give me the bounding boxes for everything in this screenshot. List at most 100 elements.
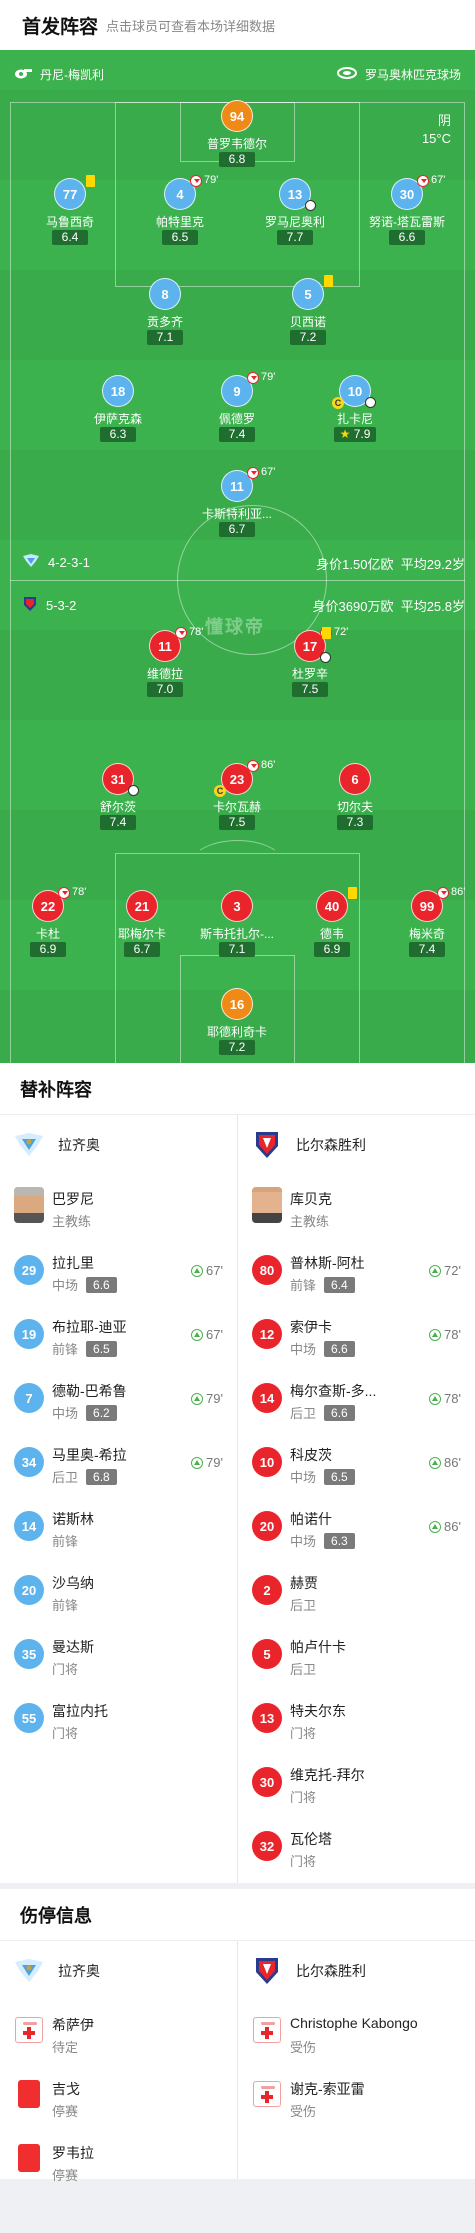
player-rating: 6.8	[219, 152, 255, 167]
home-subs-team[interactable]: 拉齐奥	[0, 1115, 237, 1175]
away-player[interactable]: 22 78' 卡杜 6.9	[0, 886, 98, 962]
injury-row[interactable]: 罗韦拉 停赛	[0, 2129, 237, 2193]
away-average-age: 平均25.8岁	[400, 599, 465, 614]
home-player[interactable]: 18 伊萨克森 6.3	[68, 375, 168, 447]
sub-number-badge: 35	[14, 1639, 44, 1669]
sub-player-row[interactable]: 7 德勒-巴希鲁 中场 6.2 79'	[0, 1367, 237, 1431]
injury-row[interactable]: 吉戈 停赛	[0, 2065, 237, 2129]
injury-kit-icon	[253, 2017, 281, 2043]
home-player[interactable]: 8 贡多齐 7.1	[115, 278, 215, 350]
sub-player-position: 中场	[52, 1406, 79, 1421]
away-coach-row[interactable]: 库贝克 主教练	[238, 1175, 475, 1239]
injury-row[interactable]: Christophe Kabongo 受伤	[238, 2001, 475, 2065]
player-rating: 6.7	[219, 522, 255, 537]
home-coach-row[interactable]: 巴罗尼 主教练	[0, 1175, 237, 1239]
sub-in-time: 79'	[191, 1391, 223, 1406]
sub-out-minute: 78'	[189, 626, 204, 638]
home-player[interactable]: 77 马鲁西奇 6.4	[20, 175, 120, 250]
home-player[interactable]: 94 普罗韦德尔 6.8	[187, 100, 287, 172]
home-player[interactable]: 4 79' 帕特里克 6.5	[130, 174, 230, 250]
sub-player-row[interactable]: 12 索伊卡 中场 6.6 78'	[238, 1303, 475, 1367]
home-player[interactable]: 11 67' 卡斯特利亚... 6.7	[187, 466, 287, 542]
away-player[interactable]: 99 86' 梅米奇 7.4	[377, 886, 475, 962]
sub-player-name: 瓦伦塔	[290, 1831, 332, 1847]
sub-player-row[interactable]: 34 马里奥-希拉 后卫 6.8 79'	[0, 1431, 237, 1495]
substituted-out-icon	[175, 627, 187, 639]
home-player[interactable]: 30 67' 努诺-塔瓦雷斯 6.6	[357, 174, 457, 250]
sub-player-meta: 后卫 6.8	[52, 1467, 117, 1486]
injury-status-text: 受伤	[290, 2104, 317, 2119]
sub-player-position: 前锋	[52, 1534, 79, 1549]
away-player[interactable]: 23 86' C 卡尔瓦赫 7.5	[187, 759, 287, 835]
player-name: 普罗韦德尔	[206, 137, 267, 151]
home-injuries-team[interactable]: 拉齐奥	[0, 1941, 237, 2001]
injury-row[interactable]: 希萨伊 待定	[0, 2001, 237, 2065]
plzen-logo-icon	[252, 1956, 282, 1986]
goal-ball-icon	[305, 200, 316, 211]
home-player[interactable]: 5 贝西诺 7.2	[258, 275, 358, 350]
away-player[interactable]: 11 78' 维德拉 7.0	[115, 626, 215, 702]
home-injuries-team-name: 拉齐奥	[58, 1963, 100, 1979]
sub-number-badge: 20	[14, 1575, 44, 1605]
home-player[interactable]: 9 79' 佩德罗 7.4	[187, 371, 287, 447]
sub-player-row[interactable]: 14 梅尔查斯-多... 后卫 6.6 78'	[238, 1367, 475, 1431]
sub-player-row[interactable]: 35 曼达斯 门将	[0, 1623, 237, 1687]
away-player[interactable]: 16 耶德利奇卡 7.2	[187, 988, 287, 1060]
sub-player-row[interactable]: 19 布拉耶-迪亚 前锋 6.5 67'	[0, 1303, 237, 1367]
sub-player-name: 沙乌纳	[52, 1575, 94, 1591]
sub-in-minute: 78'	[444, 1327, 461, 1342]
star-icon: ★	[339, 427, 354, 441]
away-subs-team[interactable]: 比尔森胜利	[238, 1115, 475, 1175]
sub-player-name: 普林斯-阿杜	[290, 1255, 365, 1271]
sub-player-row[interactable]: 55 富拉内托 门将	[0, 1687, 237, 1751]
sub-player-row[interactable]: 10 科皮茨 中场 6.5 86'	[238, 1431, 475, 1495]
away-coach-role: 主教练	[290, 1214, 330, 1229]
sub-player-meta: 后卫	[290, 1659, 316, 1678]
sub-in-time: 67'	[191, 1327, 223, 1342]
sub-number-badge: 5	[252, 1639, 282, 1669]
injured-player-name: 希萨伊	[52, 2017, 94, 2033]
sub-player-row[interactable]: 32 瓦伦塔 门将	[238, 1815, 475, 1879]
sub-player-rating: 6.2	[86, 1404, 117, 1421]
away-injuries-team[interactable]: 比尔森胜利	[238, 1941, 475, 2001]
sub-in-minute: 79'	[206, 1455, 223, 1470]
away-player[interactable]: 31 舒尔茨 7.4	[68, 763, 168, 835]
sub-player-row[interactable]: 20 帕诺什 中场 6.3 86'	[238, 1495, 475, 1559]
sub-player-position: 后卫	[290, 1662, 317, 1677]
sub-number-badge: 14	[252, 1383, 282, 1413]
sub-player-row[interactable]: 80 普林斯-阿杜 前锋 6.4 72'	[238, 1239, 475, 1303]
away-subs-column: 比尔森胜利 库贝克 主教练 80 普林斯-阿杜 前锋 6.4 72' 12 索伊卡 中场 6.6…	[238, 1115, 475, 1879]
player-name: 佩德罗	[218, 412, 255, 426]
sub-in-arrow-icon	[429, 1456, 442, 1469]
sub-player-row[interactable]: 30 维克托-拜尔 门将	[238, 1751, 475, 1815]
home-player[interactable]: 10 C 扎卡尼 ★ 7.9	[305, 375, 405, 447]
sub-player-row[interactable]: 20 沙乌纳 前锋	[0, 1559, 237, 1623]
sub-player-meta: 前锋 6.4	[290, 1275, 355, 1294]
injury-status-text: 待定	[52, 2040, 79, 2055]
injury-row[interactable]: 谢克-索亚雷 受伤	[238, 2065, 475, 2129]
sub-in-time: 67'	[191, 1263, 223, 1278]
injuries-title: 伤停信息	[0, 1889, 475, 1941]
home-player[interactable]: 13 罗马尼奥利 7.7	[245, 178, 345, 250]
away-player[interactable]: 17 72' 杜罗辛 7.5	[260, 626, 360, 702]
match-info-row: 丹尼-梅凯利 罗马奥林匹克球场	[0, 58, 475, 88]
sub-player-position: 门将	[290, 1726, 317, 1741]
pitch: 丹尼-梅凯利 罗马奥林匹克球场 阴 15°C 懂球帝 4-2-3-1 身价1.5…	[0, 50, 475, 1063]
player-name: 耶德利奇卡	[206, 1025, 267, 1039]
sub-player-row[interactable]: 14 诺斯林 前锋	[0, 1495, 237, 1559]
sub-player-row[interactable]: 5 帕卢什卡 后卫	[238, 1623, 475, 1687]
away-player[interactable]: 3 斯韦托扎尔-... 7.1	[187, 890, 287, 962]
sub-player-name: 布拉耶-迪亚	[52, 1319, 127, 1335]
away-player[interactable]: 6 切尔夫 7.3	[305, 763, 405, 835]
injury-status-text: 停赛	[52, 2104, 79, 2119]
away-player[interactable]: 21 耶梅尔卡 6.7	[92, 890, 192, 962]
sub-player-row[interactable]: 29 拉扎里 中场 6.6 67'	[0, 1239, 237, 1303]
player-name: 帕特里克	[155, 215, 204, 229]
sub-number-badge: 13	[252, 1703, 282, 1733]
sub-player-position: 门将	[52, 1662, 79, 1677]
player-rating: 6.9	[314, 942, 350, 957]
stadium-name: 罗马奥林匹克球场	[364, 68, 461, 82]
away-player[interactable]: 40 德韦 6.9	[282, 887, 382, 962]
sub-player-row[interactable]: 13 特夫尔东 门将	[238, 1687, 475, 1751]
sub-player-row[interactable]: 2 赫贾 后卫	[238, 1559, 475, 1623]
